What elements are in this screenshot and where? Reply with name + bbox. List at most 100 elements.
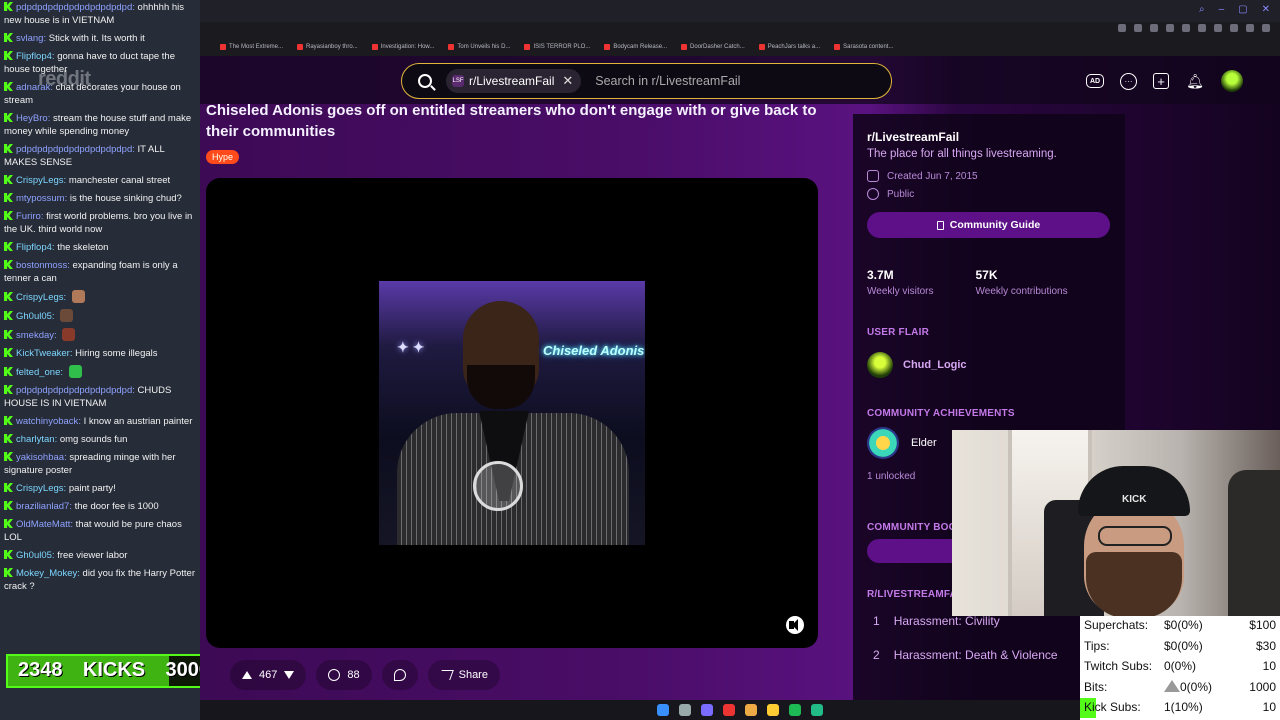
chat-message: bostonmoss: expanding foam is only a ten… [4, 260, 178, 284]
profile-icon[interactable] [1246, 24, 1254, 32]
chat-username[interactable]: OldMateMatt [16, 519, 70, 530]
bookmark-label: DoorDasher Catch... [690, 44, 745, 50]
chat-username[interactable]: CrispyLegs [16, 175, 64, 186]
extension-icon[interactable] [1150, 24, 1158, 32]
maximize-icon[interactable]: ▢ [1238, 4, 1247, 15]
chrome-icon[interactable] [745, 704, 757, 716]
create-post-icon[interactable]: + [1153, 73, 1169, 89]
chat-username[interactable]: CrispyLegs [16, 292, 64, 303]
extension-icon[interactable] [1166, 24, 1174, 32]
upvote-icon[interactable] [242, 671, 252, 679]
chat-username[interactable]: yakisohbaa [16, 452, 64, 463]
chat-username[interactable]: Flipflop4 [16, 51, 52, 62]
user-avatar[interactable] [1221, 70, 1243, 92]
chat-username[interactable]: pdpdpdpdpdpdpdpdpdpdpd [16, 2, 132, 13]
extension-icon[interactable] [1182, 24, 1190, 32]
donation-progress: 1(10%) [1164, 700, 1203, 714]
app-icon[interactable] [811, 704, 823, 716]
youtube-icon [524, 44, 531, 50]
comment-icon [328, 669, 341, 681]
post-title[interactable]: Chiseled Adonis goes off on entitled str… [206, 100, 826, 142]
donation-goal-row: Superchats: $0(0%) $100 [1084, 618, 1276, 638]
kicks-current: 2348 [18, 659, 63, 681]
community-guide-button[interactable]: Community Guide [867, 212, 1110, 238]
bookmark-item[interactable]: DoorDasher Catch... [681, 44, 745, 50]
app-icon[interactable] [723, 704, 735, 716]
vote-control: 467 [230, 660, 307, 690]
book-icon [936, 220, 944, 230]
weekly-visitors-label: Weekly visitors [867, 286, 934, 297]
chat-username[interactable]: smekday [16, 330, 54, 341]
award-button[interactable] [381, 660, 418, 690]
bookmark-label: PeachJars talks a... [767, 44, 821, 50]
chat-username[interactable]: pdpdpdpdpdpdpdpdpdpdpd [16, 385, 132, 396]
bookmark-item[interactable]: The Most Extreme... [220, 44, 283, 50]
chat-username[interactable]: HeyBro [16, 113, 48, 124]
share-button[interactable]: Share [427, 660, 500, 690]
advertise-icon[interactable]: AD [1086, 74, 1104, 88]
chat-username[interactable]: pdpdpdpdpdpdpdpdpdpdpd [16, 144, 132, 155]
chat-username[interactable]: svlang [16, 33, 43, 44]
chat-username[interactable]: Gh0ul05 [16, 550, 52, 561]
rule-item[interactable]: 1 Harassment: Civility [867, 614, 1111, 628]
chat-username[interactable]: Mokey_Mokey [16, 568, 77, 579]
chat-message: OldMateMatt: that would be pure chaos LO… [4, 519, 182, 543]
youtube-icon [834, 44, 841, 50]
donation-goal: $30 [1255, 638, 1276, 653]
folder-icon[interactable] [767, 704, 779, 716]
chat-username[interactable]: CrispyLegs [16, 483, 64, 494]
downvote-icon[interactable] [284, 671, 295, 679]
neon-sign-decoration: ✦ ✦ [397, 339, 425, 355]
search-icon[interactable]: ⌕ [1199, 4, 1205, 15]
rule-item[interactable]: 2 Harassment: Death & Violence [867, 648, 1111, 662]
bookmark-item[interactable]: Sarasota content... [834, 44, 893, 50]
bookmark-item[interactable]: Tom Unveils his D... [448, 44, 510, 50]
subreddit-search-chip[interactable]: LSF r/LivestreamFail ✕ [446, 69, 582, 93]
chat-username[interactable]: KickTweaker [16, 348, 70, 359]
video-player[interactable]: ✦ ✦ Chiseled Adonis [206, 178, 818, 648]
chat-username[interactable]: watchinyoback [16, 416, 78, 427]
user-flair[interactable]: Chud_Logic [867, 352, 1111, 378]
chat-username[interactable]: Flipflop4 [16, 242, 52, 253]
community-name[interactable]: r/LivestreamFail [867, 130, 1111, 144]
bookmark-label: Sarasota content... [843, 44, 894, 50]
bookmark-item[interactable]: PeachJars talks a... [758, 44, 821, 50]
bookmark-item[interactable]: Rayasianboy thro... [297, 44, 358, 50]
chat-username[interactable]: Gh0ul05 [16, 311, 52, 322]
extension-icon[interactable] [1134, 24, 1142, 32]
volume-icon[interactable] [786, 616, 804, 634]
extension-icon[interactable] [1198, 24, 1206, 32]
bookmark-item[interactable]: ISIS TERROR PLO... [524, 44, 590, 50]
search-input[interactable]: Search in r/LivestreamFail [595, 74, 740, 88]
webcam-overlay: KICK [952, 430, 1280, 616]
chat-username[interactable]: brazilianlad7 [16, 501, 69, 512]
chat-username[interactable]: Furiro [16, 211, 41, 222]
comments-button[interactable]: 88 [316, 660, 372, 690]
search-icon [418, 74, 432, 88]
close-icon[interactable]: ✕ [1262, 4, 1270, 15]
clear-chip-icon[interactable]: ✕ [562, 73, 573, 89]
cap-logo: KICK [1122, 494, 1147, 505]
chat-username[interactable]: charlytan [16, 434, 55, 445]
bookmark-label: The Most Extreme... [229, 44, 284, 50]
chat-message: CrispyLegs: paint party! [0, 481, 200, 499]
chat-username[interactable]: felted_one [16, 367, 60, 378]
post-flair[interactable]: Hype [206, 150, 240, 164]
discord-icon[interactable] [701, 704, 713, 716]
favorites-icon[interactable] [1214, 24, 1222, 32]
donation-goals-panel: Superchats: $0(0%) $100 Tips: $0(0%) $30 Twitc… [1080, 616, 1280, 720]
zoom-icon[interactable] [1118, 24, 1126, 32]
chat-icon[interactable]: ··· [1120, 72, 1137, 90]
bookmark-item[interactable]: Investigation: How... [371, 44, 434, 50]
chat-username[interactable]: bostonmoss [16, 260, 67, 271]
minimize-icon[interactable]: – [1219, 4, 1225, 15]
search-icon[interactable] [679, 704, 691, 716]
start-icon[interactable] [657, 704, 669, 716]
bookmark-item[interactable]: Bodycam Release... [604, 44, 667, 50]
search-bar[interactable]: LSF r/LivestreamFail ✕ Search in r/Lives… [401, 63, 892, 99]
menu-icon[interactable] [1262, 24, 1270, 32]
chat-username[interactable]: mtypossum [16, 193, 65, 204]
spotify-icon[interactable] [789, 704, 801, 716]
notifications-bell-icon[interactable]: 🔔︎ [1185, 71, 1205, 91]
collections-icon[interactable] [1230, 24, 1238, 32]
